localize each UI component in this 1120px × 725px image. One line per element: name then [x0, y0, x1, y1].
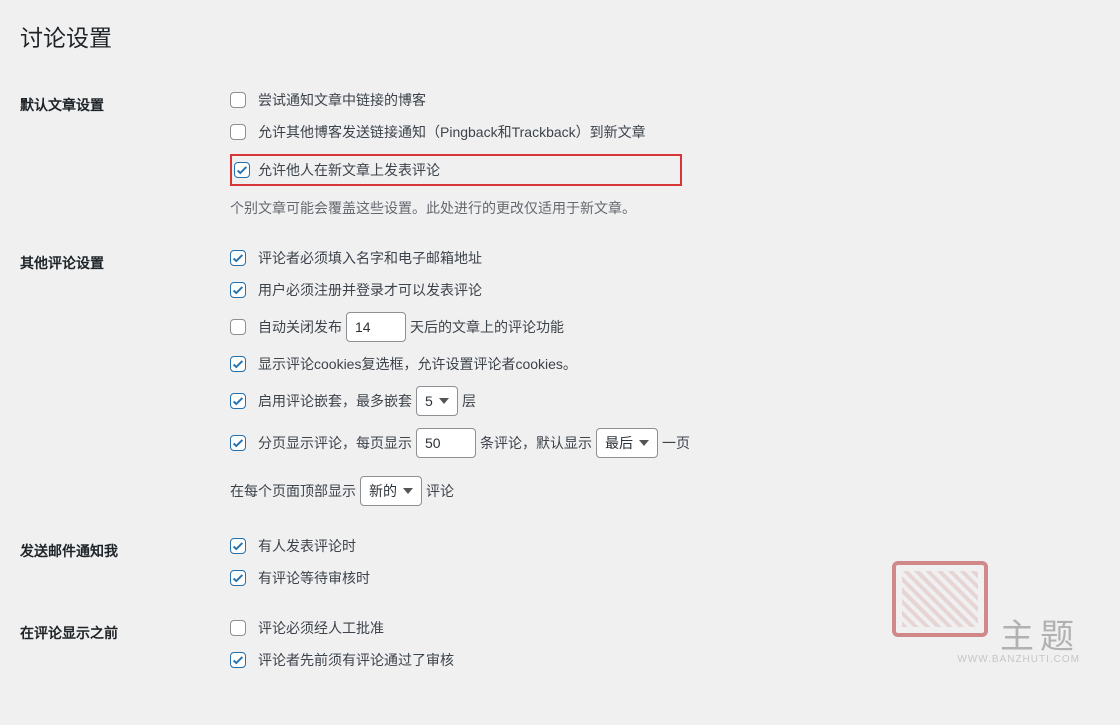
select-default-page[interactable]: 最后: [596, 428, 658, 458]
checkbox-prev-approved[interactable]: [230, 652, 246, 668]
label-prev-approved: 评论者先前须有评论通过了审核: [258, 650, 454, 670]
label-auto-close-pre: 自动关闭发布: [258, 317, 342, 337]
page-title: 讨论设置: [20, 10, 1100, 57]
checkbox-paginate[interactable]: [230, 435, 246, 451]
checkbox-notify-moderation[interactable]: [230, 570, 246, 586]
checkbox-require-name-email[interactable]: [230, 250, 246, 266]
label-notify-moderation: 有评论等待审核时: [258, 568, 370, 588]
label-paginate-mid: 条评论，默认显示: [480, 433, 592, 453]
check-icon: [231, 357, 245, 371]
highlight-allow-comments: 允许他人在新文章上发表评论: [230, 154, 682, 186]
check-icon: [231, 539, 245, 553]
select-order[interactable]: 新的: [360, 476, 422, 506]
section-heading-default-post: 默认文章设置: [20, 75, 220, 233]
checkbox-auto-close[interactable]: [230, 319, 246, 335]
input-per-page[interactable]: [416, 428, 476, 458]
label-thread-pre: 启用评论嵌套，最多嵌套: [258, 391, 412, 411]
select-thread-depth[interactable]: 5: [416, 386, 458, 416]
check-icon: [231, 251, 245, 265]
label-thread-post: 层: [462, 391, 476, 411]
section-heading-before-show: 在评论显示之前: [20, 603, 220, 685]
label-paginate-pre: 分页显示评论，每页显示: [258, 433, 412, 453]
label-cookies: 显示评论cookies复选框，允许设置评论者cookies。: [258, 354, 577, 374]
label-allow-comments: 允许他人在新文章上发表评论: [258, 160, 440, 180]
check-icon: [231, 653, 245, 667]
checkbox-cookies[interactable]: [230, 356, 246, 372]
check-icon: [231, 283, 245, 297]
checkbox-require-login[interactable]: [230, 282, 246, 298]
check-icon: [231, 394, 245, 408]
checkbox-pingback[interactable]: [230, 92, 246, 108]
checkbox-allow-comments[interactable]: [234, 162, 250, 178]
label-notify-comment: 有人发表评论时: [258, 536, 356, 556]
check-icon: [231, 571, 245, 585]
label-require-login: 用户必须注册并登录才可以发表评论: [258, 280, 482, 300]
label-order-post: 评论: [426, 481, 454, 501]
settings-table: 默认文章设置 尝试通知文章中链接的博客 允许其他博客发送链接通知（Pingbac…: [20, 75, 1100, 685]
check-icon: [231, 436, 245, 450]
section-heading-email-notify: 发送邮件通知我: [20, 521, 220, 603]
label-pingback: 尝试通知文章中链接的博客: [258, 90, 426, 110]
label-require-name-email: 评论者必须填入名字和电子邮箱地址: [258, 248, 482, 268]
check-icon: [235, 163, 249, 177]
label-manual-approve: 评论必须经人工批准: [258, 618, 384, 638]
label-paginate-post: 一页: [662, 433, 690, 453]
input-auto-close-days[interactable]: [346, 312, 406, 342]
checkbox-trackback[interactable]: [230, 124, 246, 140]
section-heading-other-comment: 其他评论设置: [20, 233, 220, 521]
label-order-pre: 在每个页面顶部显示: [230, 481, 356, 501]
label-trackback: 允许其他博客发送链接通知（Pingback和Trackback）到新文章: [258, 122, 646, 142]
checkbox-notify-comment[interactable]: [230, 538, 246, 554]
label-auto-close-post: 天后的文章上的评论功能: [410, 317, 564, 337]
checkbox-thread[interactable]: [230, 393, 246, 409]
checkbox-manual-approve[interactable]: [230, 620, 246, 636]
note-default-post: 个别文章可能会覆盖这些设置。此处进行的更改仅适用于新文章。: [230, 198, 1090, 218]
